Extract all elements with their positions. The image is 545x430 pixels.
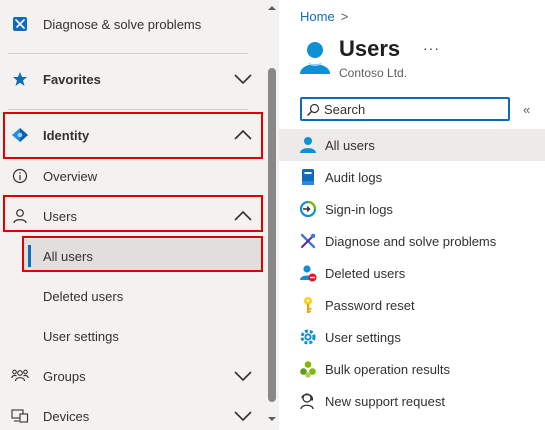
breadcrumb: Home > <box>300 9 348 24</box>
menu-item-label: Audit logs <box>325 169 383 185</box>
breadcrumb-home-link[interactable]: Home <box>300 9 335 24</box>
menu-item-label: Password reset <box>325 297 415 313</box>
divider <box>8 53 248 54</box>
star-icon <box>11 70 29 88</box>
menu-item-label: Sign-in logs <box>325 201 393 217</box>
menu-item-label: New support request <box>325 393 445 409</box>
nav-item-favorites[interactable]: Favorites <box>0 61 265 97</box>
page-subtitle: Contoso Ltd. <box>339 66 408 80</box>
users-blade: Home > Users ··· Contoso Ltd. « All user… <box>279 0 545 430</box>
bulk-operation-icon <box>300 361 316 378</box>
nav-item-overview[interactable]: Overview <box>0 158 265 194</box>
search-box <box>300 97 510 121</box>
scroll-up-arrow-icon[interactable] <box>266 3 278 13</box>
menu-item-deleted-users[interactable]: Deleted users <box>279 257 545 289</box>
nav-item-label: Devices <box>43 408 90 424</box>
nav-item-label: Overview <box>43 168 98 184</box>
menu-item-diagnose[interactable]: Diagnose and solve problems <box>279 225 545 257</box>
nav-item-deleted-users[interactable]: Deleted users <box>0 278 265 314</box>
devices-icon <box>11 407 29 425</box>
menu-item-new-support-request[interactable]: New support request <box>279 385 545 417</box>
users-blade-icon <box>300 42 330 74</box>
nav-item-label: Deleted users <box>43 288 124 304</box>
scroll-down-arrow-icon[interactable] <box>266 414 278 424</box>
menu-item-label: User settings <box>325 329 401 345</box>
highlight-box-identity <box>3 112 263 159</box>
deleted-user-icon <box>300 265 317 282</box>
support-icon <box>300 393 314 410</box>
menu-item-label: Deleted users <box>325 265 406 281</box>
search-input[interactable] <box>324 101 504 118</box>
nav-item-label: User settings <box>43 328 119 344</box>
key-icon <box>304 297 312 313</box>
wrench-icon <box>300 233 316 249</box>
menu-item-audit-logs[interactable]: Audit logs <box>279 161 545 193</box>
groups-icon <box>11 367 29 385</box>
scrollbar-thumb[interactable] <box>268 68 276 402</box>
diagnose-icon <box>11 15 29 33</box>
highlight-box-all-users <box>22 236 263 272</box>
menu-item-label: Bulk operation results <box>325 361 451 377</box>
sign-in-log-icon <box>299 200 317 218</box>
collapse-menu-icon[interactable]: « <box>523 102 530 117</box>
menu-item-bulk-operation-results[interactable]: Bulk operation results <box>279 353 545 385</box>
chevron-down-icon[interactable] <box>233 369 253 383</box>
chevron-down-icon[interactable] <box>233 72 253 86</box>
user-settings-icon <box>300 329 316 345</box>
highlight-box-users <box>3 195 263 232</box>
menu-item-sign-in-logs[interactable]: Sign-in logs <box>279 193 545 225</box>
nav-item-label: Favorites <box>43 71 101 87</box>
info-icon <box>11 167 29 185</box>
audit-log-icon <box>302 169 314 185</box>
page-title: Users <box>339 36 401 61</box>
nav-item-label: Groups <box>43 368 86 384</box>
menu-item-label: Diagnose and solve problems <box>325 233 497 249</box>
nav-item-devices[interactable]: Devices <box>0 398 265 430</box>
nav-item-groups[interactable]: Groups <box>0 358 265 394</box>
nav-item-user-settings[interactable]: User settings <box>0 318 265 354</box>
menu-item-password-reset[interactable]: Password reset <box>279 289 545 321</box>
more-options-icon[interactable]: ··· <box>423 40 440 56</box>
nav-item-diagnose[interactable]: Diagnose & solve problems <box>0 6 265 42</box>
chevron-down-icon[interactable] <box>233 409 253 423</box>
nav-item-label: Diagnose & solve problems <box>43 16 202 32</box>
search-icon <box>307 103 320 116</box>
menu-item-all-users[interactable]: All users <box>279 129 545 161</box>
user-icon <box>300 137 316 153</box>
menu-item-user-settings[interactable]: User settings <box>279 321 545 353</box>
menu-item-label: All users <box>325 137 375 153</box>
left-navigation: Diagnose & solve problems Favorites Iden… <box>0 0 265 430</box>
divider <box>8 109 248 110</box>
breadcrumb-separator: > <box>340 9 349 24</box>
